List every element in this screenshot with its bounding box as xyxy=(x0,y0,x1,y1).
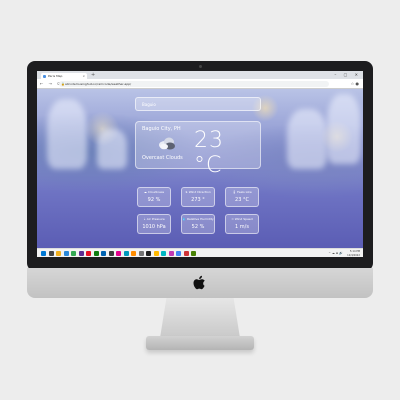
clock[interactable]: 5:14 PM 12/4/2022 xyxy=(347,250,360,257)
clock-time: 5:14 PM xyxy=(349,250,360,253)
temperature: 23 °C xyxy=(194,128,224,178)
stat-label: ⇣ Air Pressure xyxy=(143,217,165,221)
window-controls[interactable]: – ▢ ✕ xyxy=(334,71,361,78)
stat-value: 1010 hPa xyxy=(142,224,166,230)
taskbar-app-icon[interactable] xyxy=(116,251,121,256)
taskbar-app-icon[interactable] xyxy=(86,251,91,256)
background-tree xyxy=(287,109,327,169)
browser-tab-bar: Paris Map × + – ▢ ✕ xyxy=(37,71,363,79)
camera xyxy=(199,65,202,68)
screen: Paris Map × + – ▢ ✕ ← → ⟳ 🔒 allcodemusin… xyxy=(37,71,363,257)
clock-date: 12/4/2022 xyxy=(347,253,360,257)
stat-relative-humidity: 💧 Relative Humidity 52 % xyxy=(181,214,215,234)
current-weather-card: Baguio City, PH Overcast Clouds 23 °C xyxy=(135,121,261,178)
taskbar-app-icon[interactable] xyxy=(168,251,174,256)
browser-toolbar: ← → ⟳ 🔒 allcodemusinghub.io/ramcode/weat… xyxy=(37,79,363,89)
favicon-icon xyxy=(43,74,46,78)
taskbar-app-icon[interactable] xyxy=(153,251,159,256)
stat-feels-like: 🌡 Feels Like 23 °C xyxy=(225,187,259,207)
taskbar-app-icon[interactable] xyxy=(138,251,144,256)
background-tree xyxy=(47,99,87,169)
background-tree xyxy=(97,129,127,169)
taskbar-app-icon[interactable] xyxy=(123,251,129,256)
taskbar-app-icon[interactable] xyxy=(93,251,99,256)
url-text: allcodemusinghub.io/ramcode/weather-app/ xyxy=(65,82,132,86)
taskbar-app-icon[interactable] xyxy=(161,251,166,256)
stat-wind-direction: ➤ Wind Direction 273 ° xyxy=(181,187,215,207)
stat-label: 🌡 Feels Like xyxy=(232,190,252,194)
stat-wind-speed: ≈ Wind Speed 1 m/s xyxy=(225,214,259,234)
taskbar-app-icon[interactable] xyxy=(176,251,181,256)
taskbar-app-icon[interactable] xyxy=(78,251,84,256)
stat-label: 💧 Relative Humidity xyxy=(182,217,214,221)
apple-logo-icon xyxy=(193,275,205,290)
taskbar-app-icon[interactable] xyxy=(131,251,136,256)
monitor-stand-neck xyxy=(160,298,240,338)
tab-title: Paris Map xyxy=(48,74,63,78)
taskbar-app-icon[interactable] xyxy=(56,251,61,256)
cloud-icon xyxy=(159,137,175,150)
taskbar-app-icon[interactable] xyxy=(101,251,106,256)
weather-condition: Overcast Clouds xyxy=(142,155,183,161)
lock-icon: 🔒 xyxy=(61,82,65,86)
search-input[interactable]: Baguio xyxy=(135,97,261,111)
stat-value: 23 °C xyxy=(235,197,249,203)
taskbar-app-icon[interactable] xyxy=(71,251,76,256)
taskbar-app-icon[interactable] xyxy=(183,251,189,256)
system-tray[interactable]: ^ ☁ ⊞ 🔊 xyxy=(328,251,343,256)
stat-cloudiness: ☁ Cloudiness 92 % xyxy=(137,187,171,207)
taskbar-app-icon[interactable] xyxy=(146,251,151,256)
taskbar-app-icon[interactable] xyxy=(63,251,69,256)
stat-label: ➤ Wind Direction xyxy=(185,190,211,194)
city-name: Baguio City, PH xyxy=(142,126,181,132)
address-bar[interactable]: 🔒 allcodemusinghub.io/ramcode/weather-ap… xyxy=(59,81,329,87)
stat-air-pressure: ⇣ Air Pressure 1010 hPa xyxy=(137,214,171,234)
monitor-stand-base xyxy=(146,336,254,350)
background-tree xyxy=(327,94,361,164)
start-menu-icon[interactable] xyxy=(41,251,46,256)
stat-value: 92 % xyxy=(147,197,161,203)
taskbar: ^ ☁ ⊞ 🔊 5:14 PM 12/4/2022 xyxy=(37,248,363,257)
stat-label: ☁ Cloudiness xyxy=(143,190,165,194)
taskbar-app-icon[interactable] xyxy=(108,251,114,256)
weather-app-page: Baguio Baguio City, PH Overcast Clouds 2… xyxy=(37,89,363,248)
new-tab-button[interactable]: + xyxy=(91,72,95,78)
stat-value: 273 ° xyxy=(191,197,205,203)
stat-value: 52 % xyxy=(191,224,205,230)
stat-label: ≈ Wind Speed xyxy=(231,217,253,221)
extensions-area[interactable]: ☆ ● xyxy=(351,81,359,87)
taskbar-app-icon[interactable] xyxy=(191,251,196,256)
taskbar-app-icon[interactable] xyxy=(48,251,54,256)
stat-value: 1 m/s xyxy=(235,224,249,230)
